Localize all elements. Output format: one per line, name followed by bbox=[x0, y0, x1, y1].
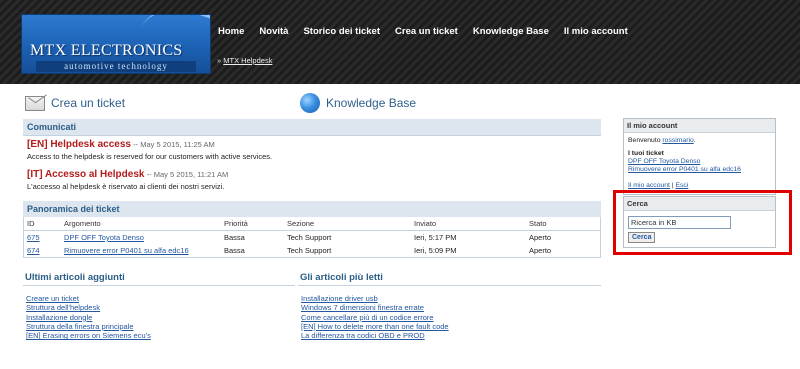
announcement-item: [IT] Accesso al Helpdesk -- May 5 2015, … bbox=[23, 166, 601, 191]
nav-my-account[interactable]: Il mio account bbox=[564, 26, 628, 37]
nav-ticket-history[interactable]: Storico dei ticket bbox=[303, 26, 380, 37]
breadcrumb: » MTX Helpdesk bbox=[217, 56, 272, 65]
announcements-heading: Comunicati bbox=[23, 119, 601, 136]
table-row: 674 Rimuovere error P0401 su alfa edc16 … bbox=[24, 244, 600, 257]
quick-new-ticket-label[interactable]: Crea un ticket bbox=[51, 96, 125, 110]
nav-home[interactable]: Home bbox=[218, 26, 244, 37]
tickets-overview-section: Panoramica dei ticket ID Argomento Prior… bbox=[23, 201, 601, 258]
ticket-status: Aperto bbox=[529, 246, 552, 255]
ticket-section: Tech Support bbox=[287, 246, 332, 255]
latest-articles-heading: Ultimi articoli aggiunti bbox=[23, 270, 295, 286]
col-priority[interactable]: Priorità bbox=[221, 217, 284, 231]
account-body: Benvenuto rossimario. I tuoi ticket DPF … bbox=[624, 133, 775, 194]
article-link[interactable]: Struttura della finestra principale bbox=[23, 322, 295, 331]
most-read-heading: Gli articoli più letti bbox=[298, 270, 601, 286]
globe-icon bbox=[300, 93, 320, 113]
tickets-overview-heading: Panoramica dei ticket bbox=[23, 201, 601, 217]
announcement-date: -- May 5 2015, 11:21 AM bbox=[146, 170, 229, 179]
most-read-section: Gli articoli più letti Installazione dri… bbox=[298, 270, 601, 340]
announcement-date: -- May 5 2015, 11:25 AM bbox=[133, 140, 215, 149]
logo-title: MTX ELECTRONICS bbox=[30, 42, 183, 59]
col-section[interactable]: Sezione bbox=[284, 217, 411, 231]
announcement-title[interactable]: [EN] Helpdesk access bbox=[27, 139, 131, 150]
announcement-body: Access to the helpdesk is reserved for o… bbox=[27, 152, 273, 161]
col-id[interactable]: ID bbox=[24, 217, 61, 231]
ticket-id-link[interactable]: 675 bbox=[27, 233, 40, 242]
envelope-icon bbox=[25, 95, 45, 111]
article-link[interactable]: Struttura dell'helpdesk bbox=[23, 303, 295, 312]
ticket-section: Tech Support bbox=[287, 233, 332, 242]
col-status[interactable]: Stato bbox=[526, 217, 600, 231]
article-link[interactable]: [EN] Erasing errors on Siemens ecu's bbox=[23, 331, 295, 340]
logout-link[interactable]: Esci bbox=[675, 182, 688, 189]
kb-search-input[interactable] bbox=[628, 216, 731, 229]
ticket-submitted: Ieri, 5:09 PM bbox=[414, 246, 457, 255]
ticket-subject-link[interactable]: Rimuovere error P0401 su alfa edc16 bbox=[64, 246, 189, 255]
announcements-section: Comunicati [EN] Helpdesk access -- May 5… bbox=[23, 119, 601, 196]
logo-subtitle: automotive technology bbox=[36, 61, 196, 72]
breadcrumb-separator: » bbox=[217, 56, 222, 65]
nav-knowledge-base[interactable]: Knowledge Base bbox=[473, 26, 549, 37]
search-panel: Cerca Cerca bbox=[623, 196, 776, 248]
article-link[interactable]: Creare un ticket bbox=[23, 294, 295, 303]
latest-articles-section: Ultimi articoli aggiunti Creare un ticke… bbox=[23, 270, 295, 340]
article-link[interactable]: Come cancellare più di un codice errore bbox=[298, 313, 601, 322]
article-link[interactable]: Windows 7 dimensioni finestra errate bbox=[298, 303, 601, 312]
search-heading: Cerca bbox=[624, 197, 775, 211]
ticket-priority: Bassa bbox=[224, 246, 245, 255]
company-logo[interactable]: MTX ELECTRONICS automotive technology bbox=[21, 14, 211, 74]
ticket-id-link[interactable]: 674 bbox=[27, 246, 40, 255]
tickets-header-row: ID Argomento Priorità Sezione Inviato St… bbox=[24, 217, 600, 231]
ticket-status: Aperto bbox=[529, 233, 552, 242]
nav-new-ticket[interactable]: Crea un ticket bbox=[395, 26, 458, 37]
article-link[interactable]: [EN] How to delete more than one fault c… bbox=[298, 322, 601, 331]
account-panel: Il mio account Benvenuto rossimario. I t… bbox=[623, 118, 776, 195]
quick-knowledge-base[interactable]: Knowledge Base bbox=[300, 92, 416, 114]
breadcrumb-helpdesk-link[interactable]: MTX Helpdesk bbox=[223, 56, 272, 65]
article-link[interactable]: Installazione dongle bbox=[23, 313, 295, 322]
header: MTX ELECTRONICS automotive technology Ho… bbox=[0, 0, 800, 84]
username-link[interactable]: rossimario bbox=[662, 137, 693, 144]
col-submitted[interactable]: Inviato bbox=[411, 217, 526, 231]
account-ticket-link[interactable]: Rimuovere error P0401 su alfa edc16 bbox=[628, 166, 771, 174]
account-heading: Il mio account bbox=[624, 119, 775, 133]
quick-kb-label[interactable]: Knowledge Base bbox=[326, 96, 416, 110]
article-link[interactable]: La differenza tra codici OBD e PROD bbox=[298, 331, 601, 340]
your-tickets-label: I tuoi ticket bbox=[628, 150, 664, 157]
nav-news[interactable]: Novità bbox=[259, 26, 288, 37]
ticket-subject-link[interactable]: DPF OFF Toyota Denso bbox=[64, 233, 144, 242]
table-row: 675 DPF OFF Toyota Denso Bassa Tech Supp… bbox=[24, 231, 600, 245]
link-separator: | bbox=[671, 182, 674, 189]
tickets-table: ID Argomento Priorità Sezione Inviato St… bbox=[24, 217, 600, 257]
quick-new-ticket[interactable]: Crea un ticket bbox=[25, 92, 125, 114]
col-subject[interactable]: Argomento bbox=[61, 217, 221, 231]
tickets-table-box: ID Argomento Priorità Sezione Inviato St… bbox=[23, 217, 601, 258]
search-button[interactable]: Cerca bbox=[628, 232, 656, 243]
article-link[interactable]: Installazione driver usb bbox=[298, 294, 601, 303]
ticket-priority: Bassa bbox=[224, 233, 245, 242]
announcement-title[interactable]: [IT] Accesso al Helpdesk bbox=[27, 169, 144, 180]
ticket-submitted: Ieri, 5:17 PM bbox=[414, 233, 457, 242]
my-account-link[interactable]: Il mio account bbox=[628, 182, 670, 189]
announcement-body: L'accesso al helpdesk è riservato ai cli… bbox=[27, 182, 225, 191]
announcement-item: [EN] Helpdesk access -- May 5 2015, 11:2… bbox=[23, 136, 601, 161]
welcome-text: Benvenuto bbox=[628, 137, 661, 144]
account-ticket-link[interactable]: DPF OFF Toyota Denso bbox=[628, 158, 771, 166]
main-nav: Home Novità Storico dei ticket Crea un t… bbox=[218, 26, 643, 37]
